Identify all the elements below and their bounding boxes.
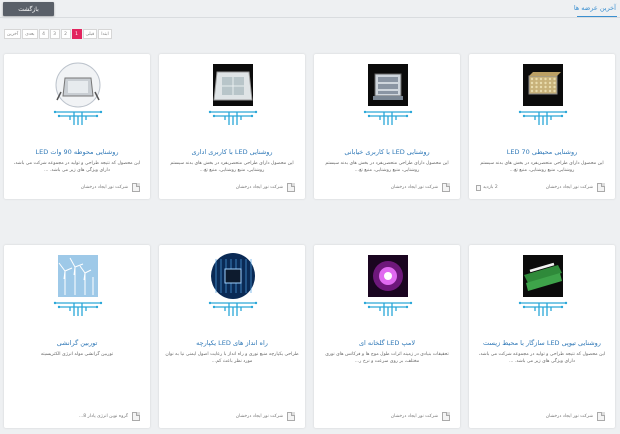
product-description: تحقیقات بنیادی در زمینه اثرات طول موج ها… xyxy=(325,352,449,364)
product-title[interactable]: لامپ LED گلخانه ای xyxy=(318,339,456,347)
office-light-icon[interactable] xyxy=(208,62,258,126)
page-link[interactable]: آخرین xyxy=(4,29,22,39)
page-link[interactable]: 1 xyxy=(71,29,82,39)
product-title[interactable]: روشنایی محیطی 70 LED xyxy=(473,148,611,156)
product-card[interactable]: روشنایی LED با کاربری خیابانی این محصول د… xyxy=(314,54,460,199)
document-icon xyxy=(442,412,450,421)
section-title-tab[interactable]: آخرین عرضه ها xyxy=(574,4,616,12)
street-light-icon[interactable] xyxy=(363,62,413,126)
top-bar: بازگشت آخرین عرضه ها xyxy=(0,0,620,26)
document-icon xyxy=(597,412,605,421)
company-name[interactable]: شرکت نور ایجاد درخشان xyxy=(236,185,283,190)
product-card[interactable]: روشنایی محوطه 90 وات LED این محصول که نتی… xyxy=(4,54,150,199)
driver-chip-icon[interactable] xyxy=(208,253,258,317)
product-title[interactable]: روشنایی LED با کاربری اداری xyxy=(163,148,301,156)
product-title[interactable]: توربین گرانشی xyxy=(8,339,146,347)
company-name[interactable]: شرکت نور ایجاد درخشان xyxy=(81,185,128,190)
floodlight-icon[interactable] xyxy=(53,62,103,126)
document-icon xyxy=(132,412,140,421)
product-title[interactable]: روشنایی تیوپی LED سازگار با محیط زیست xyxy=(473,339,611,347)
view-count: 2 بازدید xyxy=(483,185,498,190)
document-icon xyxy=(287,412,295,421)
pagination: آخرین بعدی 4 3 2 1 قبلی ابتدا xyxy=(4,29,112,39)
product-card[interactable]: روشنایی تیوپی LED سازگار با محیط زیست این… xyxy=(469,245,615,428)
document-icon xyxy=(287,183,295,192)
page-link[interactable]: 2 xyxy=(60,29,71,39)
page-link[interactable]: 3 xyxy=(49,29,60,39)
back-button[interactable]: بازگشت xyxy=(3,2,54,16)
product-card[interactable]: روشنایی LED با کاربری اداری این محصول دار… xyxy=(159,54,305,199)
page-link[interactable]: بعدی xyxy=(22,29,38,39)
product-description: طراحی یکپارچه منبع نوری و راه انداز با ر… xyxy=(165,352,299,364)
product-card[interactable]: توربین گرانشی توربین گرانشی مولد انرژی ال… xyxy=(4,245,150,428)
product-title[interactable]: روشنایی محوطه 90 وات LED xyxy=(8,148,146,156)
product-description: این محصول که نتیجه طراحی و تولید در مجمو… xyxy=(13,161,141,173)
page-link[interactable]: 4 xyxy=(38,29,49,39)
product-card[interactable]: راه انداز های LED یکپارچه طراحی یکپارچه م… xyxy=(159,245,305,428)
product-title[interactable]: روشنایی LED با کاربری خیابانی xyxy=(318,148,456,156)
header-divider xyxy=(0,17,620,18)
company-name[interactable]: شرکت نور ایجاد درخشان xyxy=(546,185,593,190)
company-name[interactable]: شرکت نور ایجاد درخشان xyxy=(236,414,283,419)
wind-turbine-icon[interactable] xyxy=(53,253,103,317)
document-icon xyxy=(132,183,140,192)
document-icon xyxy=(442,183,450,192)
product-description: توربین گرانشی مولد انرژی الکتریسیته xyxy=(40,352,114,357)
grow-lamp-icon[interactable] xyxy=(363,253,413,317)
product-description: این محصول دارای طراحی منحصربفرد در بخش ه… xyxy=(325,161,449,173)
product-card[interactable]: لامپ LED گلخانه ای تحقیقات بنیادی در زمین… xyxy=(314,245,460,428)
tube-light-icon[interactable] xyxy=(518,253,568,317)
document-icon xyxy=(597,183,605,192)
product-description: این محصول که نتیجه طراحی و تولید در مجمو… xyxy=(478,352,606,364)
product-card[interactable]: روشنایی محیطی 70 LED این محصول دارای طراح… xyxy=(469,54,615,199)
led-panel-icon[interactable] xyxy=(518,62,568,126)
company-name[interactable]: گروه نوین انرژی پادار 8... xyxy=(79,414,128,419)
views-icon xyxy=(476,185,481,191)
page-link[interactable]: ابتدا xyxy=(98,29,112,39)
company-name[interactable]: شرکت نور ایجاد درخشان xyxy=(391,414,438,419)
product-title[interactable]: راه انداز های LED یکپارچه xyxy=(163,339,301,347)
product-description: این محصول دارای طراحی منحصربفرد در بخش ه… xyxy=(480,161,604,173)
product-description: این محصول دارای طراحی منحصربفرد در بخش ه… xyxy=(170,161,294,173)
page-link[interactable]: قبلی xyxy=(82,29,98,39)
company-name[interactable]: شرکت نور ایجاد درخشان xyxy=(546,414,593,419)
company-name[interactable]: شرکت نور ایجاد درخشان xyxy=(391,185,438,190)
